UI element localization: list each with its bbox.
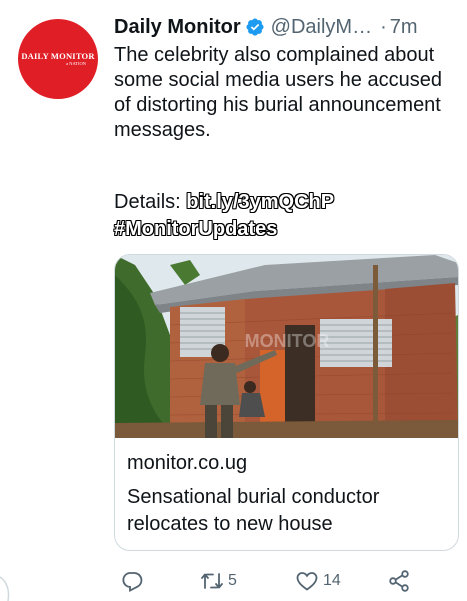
reply-button[interactable] bbox=[120, 569, 148, 593]
details-label: Details: bbox=[114, 191, 187, 213]
card-title: Sensational burial conductor relocates t… bbox=[127, 486, 380, 535]
reply-icon bbox=[122, 572, 143, 592]
short-link[interactable]: bit.ly/3ymQChP bbox=[186, 191, 334, 213]
like-button[interactable]: 14 bbox=[295, 569, 341, 593]
retweet-count: 5 bbox=[228, 572, 237, 589]
dot-separator: · bbox=[380, 15, 387, 38]
avatar-logo-text: DAILY MONITOR bbox=[21, 51, 95, 61]
avatar[interactable]: DAILY MONITOR a NATION bbox=[18, 19, 98, 99]
retweet-button[interactable]: 5 bbox=[200, 569, 237, 593]
hashtag-line: #MonitorUpdates bbox=[114, 217, 277, 242]
more-options-icon[interactable] bbox=[437, 20, 457, 34]
share-button[interactable] bbox=[387, 569, 411, 593]
verified-badge-icon bbox=[246, 18, 264, 36]
action-bar: 5 14 bbox=[114, 564, 459, 598]
card-image[interactable]: MONITOR bbox=[115, 255, 458, 438]
like-count: 14 bbox=[323, 572, 341, 589]
avatar-logo-subtext: a NATION bbox=[66, 60, 86, 66]
tweet-timestamp[interactable]: 7m bbox=[390, 16, 418, 39]
details-line: Details: bit.ly/3ymQChP bbox=[114, 190, 459, 215]
link-card[interactable]: MONITOR monitor.co.ug Sensational burial… bbox=[114, 254, 459, 551]
tweet-header: Daily Monitor @DailyM… · 7m bbox=[114, 14, 459, 40]
edge-decoration bbox=[0, 576, 10, 601]
tweet-text: The celebrity also complained about some… bbox=[114, 44, 442, 141]
hashtag-link[interactable]: #MonitorUpdates bbox=[114, 218, 277, 240]
retweet-icon bbox=[201, 573, 223, 589]
card-domain: monitor.co.ug bbox=[127, 452, 248, 474]
share-icon bbox=[389, 570, 409, 592]
author-handle[interactable]: @DailyM… bbox=[271, 16, 372, 39]
like-icon bbox=[296, 572, 318, 591]
author-name[interactable]: Daily Monitor bbox=[114, 16, 241, 39]
image-watermark: MONITOR bbox=[245, 331, 330, 351]
